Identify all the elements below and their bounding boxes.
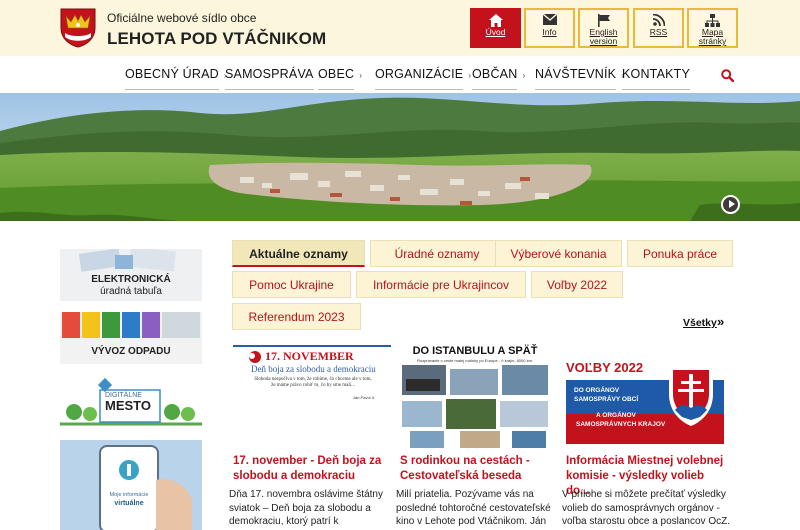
- envelope-icon: [526, 10, 573, 28]
- quicklink-home-label: Úvod: [485, 27, 506, 37]
- thumb-date: 17. NOVEMBER: [265, 349, 354, 363]
- nav-item-samosprava[interactable]: SAMOSPRÁVA ›: [225, 56, 321, 93]
- sidebar-banner-vyvoz-odpadu[interactable]: VÝVOZ ODPADU: [60, 312, 202, 364]
- tab-vyberove-konania[interactable]: Výberové konania: [495, 240, 622, 267]
- news-thumbnail[interactable]: VOĽBY 2022 DO ORGÁNOV SAMOSPRÁVY OBCÍ A …: [566, 344, 724, 448]
- nav-item-kontakty[interactable]: KONTAKTY: [622, 56, 691, 93]
- coat-of-arms-logo[interactable]: [60, 8, 96, 48]
- all-news-link[interactable]: Všetky: [683, 317, 717, 329]
- nav-item-organizacie[interactable]: ORGANIZÁCIE ›: [375, 56, 471, 93]
- nav-label: OBEC: [318, 59, 355, 90]
- tab-referendum-2023[interactable]: Referendum 2023: [232, 303, 361, 330]
- chevron-down-icon: ›: [468, 71, 472, 80]
- home-icon: [472, 10, 519, 28]
- tab-ponuka-prace[interactable]: Ponuka práce: [627, 240, 733, 267]
- nav-item-navstevnik[interactable]: NÁVŠTEVNÍK ›: [535, 56, 624, 93]
- tab-uradne-oznamy[interactable]: Úradné oznamy: [370, 240, 504, 267]
- thumb-author: Ján Pavol II.: [353, 395, 376, 400]
- travel-photos-collage: [402, 365, 548, 448]
- flag-icon: [580, 10, 627, 28]
- quicklink-rss-label: RSS: [649, 27, 668, 37]
- news-excerpt: V prílohe si môžete prečítať výsledky vo…: [562, 489, 731, 527]
- nav-label: ORGANIZÁCIE: [375, 59, 464, 90]
- sidebar-banner-virtualne[interactable]: Moje informácie virtuálne: [60, 440, 202, 530]
- nav-item-obecny-urad[interactable]: OBECNÝ ÚRAD ›: [125, 56, 227, 93]
- tab-aktualne-oznamy[interactable]: Aktuálne oznamy: [232, 240, 365, 267]
- news-excerpt: Milí priatelia. Pozývame vás na posledné…: [396, 489, 551, 527]
- banner-title: virtuálne: [114, 500, 144, 507]
- banner-title: MESTO: [105, 398, 151, 413]
- news-excerpt: Dňa 17. novembra oslávime štátny sviatok…: [229, 489, 383, 527]
- thumb-line2: SAMOSPRÁVY OBCÍ: [574, 396, 639, 403]
- quicklink-home[interactable]: Úvod: [470, 8, 521, 48]
- tab-volby-2022[interactable]: Voľby 2022: [531, 271, 623, 298]
- quicklink-info[interactable]: Info: [524, 8, 575, 48]
- sitemap-icon: [689, 10, 736, 28]
- news-title[interactable]: S rodinkou na cestách - Cestovateľská be…: [400, 454, 564, 484]
- thumb-line1: DO ORGÁNOV: [574, 387, 620, 394]
- rss-icon: [635, 10, 682, 28]
- tab-pomoc-ukrajine[interactable]: Pomoc Ukrajine: [232, 271, 351, 298]
- news-title[interactable]: 17. november - Deň boja za slobodu a dem…: [233, 454, 397, 484]
- nav-label: OBECNÝ ÚRAD: [125, 59, 219, 90]
- chevron-down-icon: ›: [359, 71, 363, 80]
- search-icon[interactable]: [721, 69, 735, 83]
- site-subtitle: Oficiálne webové sídlo obce: [107, 11, 257, 25]
- hero-landscape-image: [0, 93, 800, 221]
- tab-informacie-pre-ukrajincov[interactable]: Informácie pre Ukrajincov: [356, 271, 526, 298]
- nav-label: KONTAKTY: [622, 59, 691, 90]
- thumb-line3: A ORGÁNOV: [596, 412, 636, 419]
- quicklink-sitemap[interactable]: Mapa stránky: [687, 8, 738, 48]
- news-thumbnail[interactable]: 17. NOVEMBER Deň boja za slobodu a demok…: [233, 344, 391, 448]
- chevron-down-icon: ›: [522, 71, 526, 80]
- thumb-quote: Sloboda nespočíva v tom, že robíme, čo c…: [254, 377, 372, 388]
- site-name[interactable]: LEHOTA POD VTÁČNIKOM: [107, 29, 326, 49]
- quicklink-english-label: English version: [589, 27, 618, 46]
- quicklink-info-label: Info: [542, 27, 557, 37]
- news-thumbnail[interactable]: DO ISTANBULU A SPÄŤ Rozprávanie o ceste …: [400, 344, 558, 448]
- phone-app-graphic: [60, 440, 202, 530]
- thumb-heading: VOĽBY 2022: [566, 360, 644, 375]
- thumb-line4: SAMOSPRÁVNYCH KRAJOV: [576, 421, 666, 428]
- banner-subtitle: úradná tabuľa: [100, 286, 162, 297]
- sidebar-banner-digitalne-mesto[interactable]: DIGITÁLNE MESTO: [60, 376, 202, 428]
- quicklink-rss[interactable]: RSS: [633, 8, 684, 48]
- sidebar-banner-urad-tabula[interactable]: ELEKTRONICKÁ úradná tabuľa: [60, 249, 202, 301]
- nav-label: OBČAN: [472, 59, 518, 90]
- nav-item-obcan[interactable]: OBČAN ›: [472, 56, 525, 93]
- thumb-subtitle: Deň boja za slobodu a demokraciu: [251, 364, 376, 374]
- quicklink-sitemap-label: Mapa stránky: [698, 27, 727, 46]
- double-arrow-right-icon[interactable]: »: [717, 314, 724, 329]
- banner-small: Moje informácie: [109, 492, 149, 498]
- banner-title: ELEKTRONICKÁ: [91, 274, 171, 285]
- main-navigation: OBECNÝ ÚRAD › SAMOSPRÁVA › OBEC › ORGANIZÁC…: [0, 56, 800, 93]
- nav-label: SAMOSPRÁVA: [225, 59, 314, 90]
- banner-title: VÝVOZ ODPADU: [91, 346, 171, 357]
- quicklink-english[interactable]: English version: [578, 8, 629, 48]
- nav-label: NÁVŠTEVNÍK: [535, 59, 617, 90]
- slideshow-play-button[interactable]: [721, 195, 740, 214]
- nav-item-obec[interactable]: OBEC ›: [318, 56, 362, 93]
